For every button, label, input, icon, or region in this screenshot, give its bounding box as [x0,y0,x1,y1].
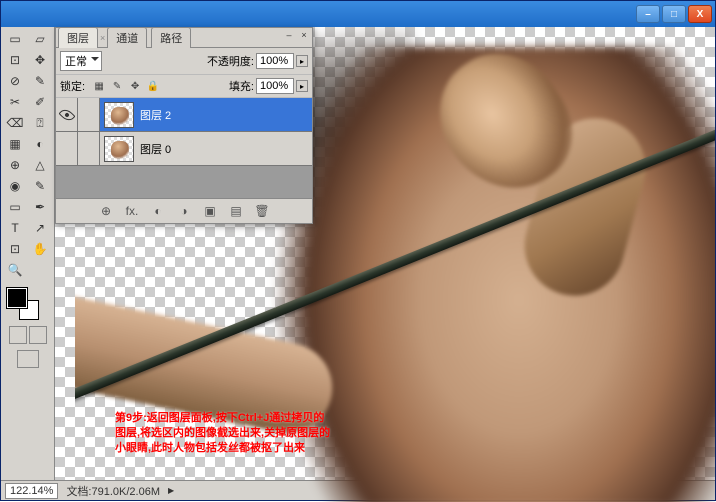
blend-mode-dropdown[interactable]: 正常 [60,51,102,71]
quickmask-mode-button[interactable] [29,326,47,344]
quickmask-row [3,326,52,344]
opacity-input[interactable]: 100% [256,53,294,69]
eyedropper-tool[interactable]: ⊡ [3,239,27,259]
eye-icon [58,106,75,123]
app-window: – □ X ▭ ▱ ⊡ ✥ ⊘ ✎ ✂ ✐ ⌫ ⍰ ▦ ◐ ⊕ △ ◉ ✎ [0,0,716,501]
eraser-tool[interactable]: ▦ [3,134,27,154]
panel-controls: – × [283,30,310,42]
instruction-text: 第9步:返回图层面板,按下Ctrl+J通过拷贝的 图层,将选区内的图像截选出来,… [115,411,330,456]
titlebar: – □ X [1,1,715,27]
screen-mode-button[interactable] [17,350,39,368]
fill-label: 填充: [229,78,254,94]
zoom-level[interactable]: 122.14% [5,483,58,499]
shape-tool[interactable]: ▭ [3,197,27,217]
lock-position-icon[interactable]: ✥ [127,78,143,94]
history-brush-tool[interactable]: ⍰ [28,113,52,133]
panel-tabs: 图层 × 通道 路径 – × [56,28,312,48]
tool-grid: ▭ ▱ ⊡ ✥ ⊘ ✎ ✂ ✐ ⌫ ⍰ ▦ ◐ ⊕ △ ◉ ✎ ▭ ✒ T ↗ [3,29,52,280]
color-swatches [3,286,52,322]
heal-tool[interactable]: ✂ [3,92,27,112]
lasso-tool[interactable]: ⊡ [3,50,27,70]
fill-input[interactable]: 100% [256,78,294,94]
layer-list-empty [56,166,312,182]
lock-row: 锁定: ▦ ✎ ✥ 🔒 填充: 100% ▸ [56,75,312,98]
visibility-toggle[interactable] [56,98,78,131]
content-area: ▭ ▱ ⊡ ✥ ⊘ ✎ ✂ ✐ ⌫ ⍰ ▦ ◐ ⊕ △ ◉ ✎ ▭ ✒ T ↗ [1,27,715,480]
stamp-tool[interactable]: ⌫ [3,113,27,133]
tab-paths[interactable]: 路径 [151,27,191,48]
visibility-toggle[interactable] [56,132,78,165]
link-layers-icon[interactable]: ⊕ [97,203,115,219]
gradient-tool[interactable]: ◐ [28,134,52,154]
wand-tool[interactable]: ✥ [28,50,52,70]
layer-row[interactable]: 图层 0 [56,132,312,166]
pen-tool[interactable]: ✎ [28,176,52,196]
layers-panel: 图层 × 通道 路径 – × 正常 不透明度: 100% ▸ 锁定: [55,27,313,224]
screen-modes [3,350,52,368]
maximize-button[interactable]: □ [662,5,686,23]
layer-name[interactable]: 图层 0 [140,141,171,157]
new-layer-icon[interactable]: ▤ [227,203,245,219]
text-tool[interactable]: T [3,218,27,238]
hand-tool[interactable]: ✋ [28,239,52,259]
lock-transparency-icon[interactable]: ▦ [91,78,107,94]
lock-pixels-icon[interactable]: ✎ [109,78,125,94]
notes-tool[interactable]: ✒ [28,197,52,217]
opacity-label: 不透明度: [207,53,254,69]
standard-mode-button[interactable] [9,326,27,344]
instruction-line1: 第9步:返回图层面板,按下Ctrl+J通过拷贝的 [115,411,330,426]
lock-icons: ▦ ✎ ✥ 🔒 [91,78,161,94]
fill-slider-icon[interactable]: ▸ [296,80,308,92]
panel-minimize-icon[interactable]: – [283,30,295,42]
close-button[interactable]: X [688,5,712,23]
lock-all-icon[interactable]: 🔒 [145,78,161,94]
lock-label: 锁定: [60,78,85,94]
link-toggle[interactable] [78,132,100,165]
slice-tool[interactable]: ✎ [28,71,52,91]
layer-style-icon[interactable]: fx. [123,203,141,219]
layer-name[interactable]: 图层 2 [140,107,171,123]
toolbox: ▭ ▱ ⊡ ✥ ⊘ ✎ ✂ ✐ ⌫ ⍰ ▦ ◐ ⊕ △ ◉ ✎ ▭ ✒ T ↗ [1,27,55,480]
tab-layers[interactable]: 图层 [58,27,98,48]
link-toggle[interactable] [78,98,100,131]
layer-thumbnail[interactable] [104,136,134,162]
move-tool[interactable]: ▭ [3,29,27,49]
layer-thumbnail[interactable] [104,102,134,128]
layer-list: 图层 2 图层 0 [56,98,312,198]
instruction-line3: 小眼睛,此时人物包括发丝都被抠了出来 [115,441,330,456]
blend-row: 正常 不透明度: 100% ▸ [56,48,312,75]
instruction-line2: 图层,将选区内的图像截选出来,关掉原图层的 [115,426,330,441]
minimize-button[interactable]: – [636,5,660,23]
zoom-tool[interactable]: 🔍 [3,260,27,280]
blur-tool[interactable]: ⊕ [3,155,27,175]
dodge-tool[interactable]: △ [28,155,52,175]
panel-footer: ⊕ fx. ◐ ◑ ▣ ▤ 🗑 [56,198,312,223]
foreground-color[interactable] [7,288,27,308]
adjustment-layer-icon[interactable]: ◑ [175,203,193,219]
delete-layer-icon[interactable]: 🗑 [253,203,271,219]
marquee-tool[interactable]: ▱ [28,29,52,49]
new-group-icon[interactable]: ▣ [201,203,219,219]
layer-row[interactable]: 图层 2 [56,98,312,132]
brush-tool[interactable]: ✐ [28,92,52,112]
panel-close-icon[interactable]: × [298,30,310,42]
opacity-slider-icon[interactable]: ▸ [296,55,308,67]
extra-tool[interactable] [28,260,52,280]
path-tool[interactable]: ◉ [3,176,27,196]
tab-close-icon[interactable]: × [100,33,105,43]
layer-mask-icon[interactable]: ◐ [149,203,167,219]
crop-tool[interactable]: ⊘ [3,71,27,91]
direct-select-tool[interactable]: ↗ [28,218,52,238]
tab-channels[interactable]: 通道 [107,27,147,48]
